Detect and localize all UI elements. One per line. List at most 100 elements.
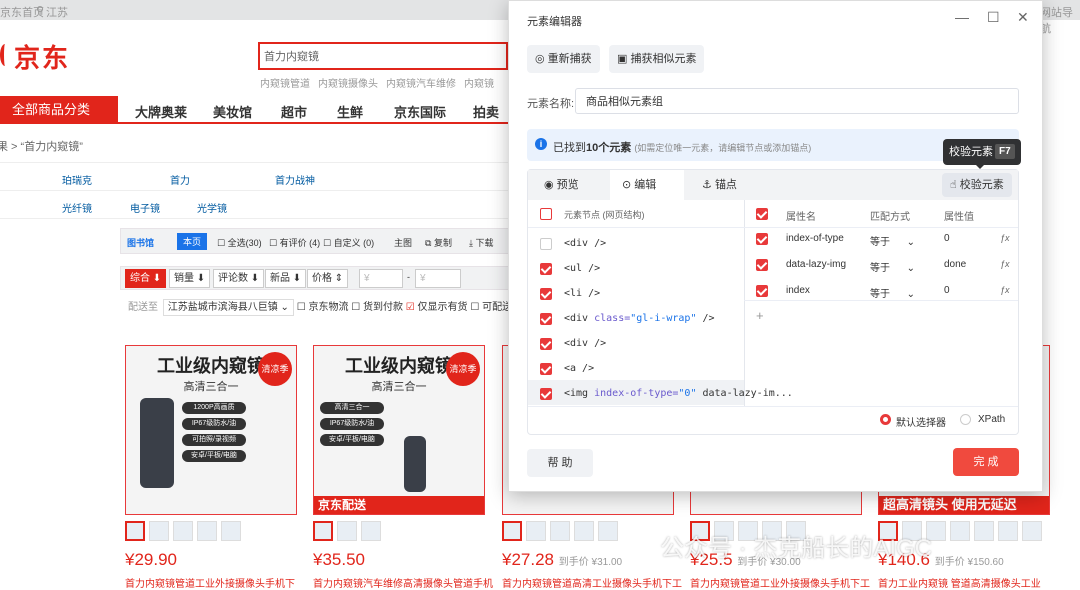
- formula-icon[interactable]: ƒx: [1000, 233, 1010, 243]
- node-row[interactable]: <div class="gl-i-wrap" />: [564, 313, 715, 324]
- formula-icon[interactable]: ƒx: [1000, 259, 1010, 269]
- attr-value-input[interactable]: done: [944, 259, 966, 270]
- node-checkbox[interactable]: [540, 388, 552, 400]
- thumbnail[interactable]: [574, 521, 594, 541]
- node-row[interactable]: <img index-of-type="0" data-lazy-im...: [564, 388, 793, 399]
- all-categories-button[interactable]: 全部商品分类: [0, 96, 118, 124]
- product-image[interactable]: 工业级内窥镜 高清三合一 1200P高画质 IP67级防水/油 可拍照/录视频 …: [125, 345, 297, 515]
- select-all-nodes-checkbox[interactable]: [540, 208, 552, 220]
- hot-word[interactable]: 内窥镜汽车维修: [386, 79, 456, 90]
- product-name-link[interactable]: 首力内窥镜汽车维修高清摄像头管道手机: [313, 575, 493, 590]
- node-checkbox[interactable]: [540, 263, 552, 275]
- match-select[interactable]: 等于 ⌄: [870, 259, 915, 274]
- tab-edit[interactable]: ⊙ 编辑: [610, 170, 684, 200]
- thumbnail[interactable]: [974, 521, 994, 541]
- sort-price-button[interactable]: 价格 ⇕: [307, 269, 349, 288]
- formula-icon[interactable]: ƒx: [1000, 285, 1010, 295]
- nav-item[interactable]: 美妆馆: [213, 102, 252, 121]
- main-image-button[interactable]: 主图: [394, 236, 412, 249]
- node-row[interactable]: <div />: [564, 238, 606, 249]
- node-checkbox[interactable]: [540, 238, 552, 250]
- thumbnail[interactable]: [502, 521, 522, 541]
- search-input[interactable]: [260, 44, 506, 68]
- node-checkbox[interactable]: [540, 363, 552, 375]
- thumbnail[interactable]: [1022, 521, 1042, 541]
- thumbnail[interactable]: [173, 521, 193, 541]
- has-comment-checkbox[interactable]: ☐ 有评价 (4): [269, 236, 320, 249]
- thumbnail[interactable]: [598, 521, 618, 541]
- price-min-input[interactable]: ¥: [359, 269, 403, 288]
- node-checkbox[interactable]: [540, 313, 552, 325]
- brand-link[interactable]: 电子镜: [130, 200, 160, 215]
- sort-new-button[interactable]: 新品 ⬇: [265, 269, 307, 288]
- brand-link[interactable]: 珀瑞克: [62, 172, 92, 187]
- attr-checkbox[interactable]: [756, 233, 768, 245]
- cod-checkbox[interactable]: ☐ 货到付款: [351, 302, 403, 313]
- thumbnail[interactable]: [550, 521, 570, 541]
- in-stock-checkbox[interactable]: ☑ 仅显示有货: [406, 302, 468, 313]
- thumbnail[interactable]: [125, 521, 145, 541]
- nav-item[interactable]: 京东国际: [394, 102, 446, 121]
- node-row[interactable]: <div />: [564, 338, 606, 349]
- attr-value-input[interactable]: 0: [944, 233, 950, 244]
- node-checkbox[interactable]: [540, 338, 552, 350]
- price-max-input[interactable]: ¥: [415, 269, 461, 288]
- default-selector-radio[interactable]: [880, 414, 891, 425]
- select-all-attrs-checkbox[interactable]: [756, 208, 768, 220]
- node-row[interactable]: <a />: [564, 363, 594, 374]
- validate-element-button[interactable]: ☝ 校验元素: [942, 173, 1012, 197]
- site-nav-link[interactable]: 网站导航: [1040, 4, 1080, 36]
- add-attr-button[interactable]: +: [756, 308, 764, 323]
- maximize-icon[interactable]: ☐: [987, 9, 1000, 26]
- node-checkbox[interactable]: [540, 288, 552, 300]
- tab-preview[interactable]: ◉ 预览: [532, 170, 591, 200]
- hot-word[interactable]: 内窥镜摄像头: [318, 79, 378, 90]
- sort-sales-button[interactable]: 销量 ⬇: [169, 269, 211, 288]
- thumbnail[interactable]: [197, 521, 217, 541]
- close-icon[interactable]: ✕: [1017, 9, 1029, 26]
- this-page-button[interactable]: 本页: [177, 233, 208, 250]
- sort-composite-button[interactable]: 综合 ⬇: [125, 269, 167, 288]
- nav-item[interactable]: 生鲜: [337, 102, 363, 121]
- node-row[interactable]: <ul />: [564, 263, 600, 274]
- select-all-checkbox[interactable]: ☐ 全选(30): [217, 236, 262, 249]
- custom-checkbox[interactable]: ☐ 自定义 (0): [323, 236, 374, 249]
- thumbnail[interactable]: [337, 521, 357, 541]
- location-text[interactable]: 江苏: [46, 4, 68, 20]
- product-image[interactable]: 工业级内窥镜 高清三合一 高清三合一 IP67级防水/油 安卓/平板/电脑 清凉…: [313, 345, 485, 515]
- element-name-input[interactable]: [575, 88, 1019, 114]
- attr-checkbox[interactable]: [756, 285, 768, 297]
- thumbnail[interactable]: [950, 521, 970, 541]
- xpath-radio[interactable]: [960, 414, 971, 425]
- thumbnail[interactable]: [221, 521, 241, 541]
- capture-similar-button[interactable]: ▣ 捕获相似元素: [609, 45, 705, 73]
- recapture-button[interactable]: ◎ 重新捕获: [527, 45, 600, 73]
- brand-link[interactable]: 光纤镜: [62, 200, 92, 215]
- match-select[interactable]: 等于 ⌄: [870, 233, 915, 248]
- product-name-link[interactable]: 首力内窥镜管道工业外接摄像头手机下工: [690, 575, 870, 590]
- thumbnail[interactable]: [998, 521, 1018, 541]
- attr-checkbox[interactable]: [756, 259, 768, 271]
- copy-button[interactable]: ⧉ 复制: [425, 236, 452, 249]
- help-button[interactable]: 帮 助: [527, 449, 593, 477]
- nav-item[interactable]: 大牌奥莱: [135, 102, 187, 121]
- nav-item[interactable]: 拍卖: [473, 102, 499, 121]
- thumbnail[interactable]: [313, 521, 333, 541]
- done-button[interactable]: 完 成: [953, 448, 1019, 476]
- attr-value-input[interactable]: 0: [944, 285, 950, 296]
- address-select[interactable]: 江苏盐城市滨海县八巨镇 ⌄: [162, 299, 294, 316]
- nav-item[interactable]: 超市: [281, 102, 307, 121]
- search-box[interactable]: [258, 42, 508, 70]
- brand-link[interactable]: 首力: [170, 172, 190, 187]
- brand-link[interactable]: 光学镜: [197, 200, 227, 215]
- thumbnail[interactable]: [526, 521, 546, 541]
- sort-comments-button[interactable]: 评论数 ⬇: [213, 269, 265, 288]
- node-row[interactable]: <li />: [564, 288, 600, 299]
- other-checkbox[interactable]: ☐ 可配送: [470, 302, 512, 313]
- minimize-icon[interactable]: —: [955, 9, 969, 25]
- jd-logistics-checkbox[interactable]: ☐ 京东物流: [297, 302, 349, 313]
- tab-anchor[interactable]: ⚓ 锚点: [690, 170, 749, 200]
- product-name-link[interactable]: 首力内窥镜管道工业外接摄像头手机下: [125, 575, 295, 590]
- hot-word[interactable]: 内窥镜: [464, 79, 494, 90]
- thumbnail[interactable]: [361, 521, 381, 541]
